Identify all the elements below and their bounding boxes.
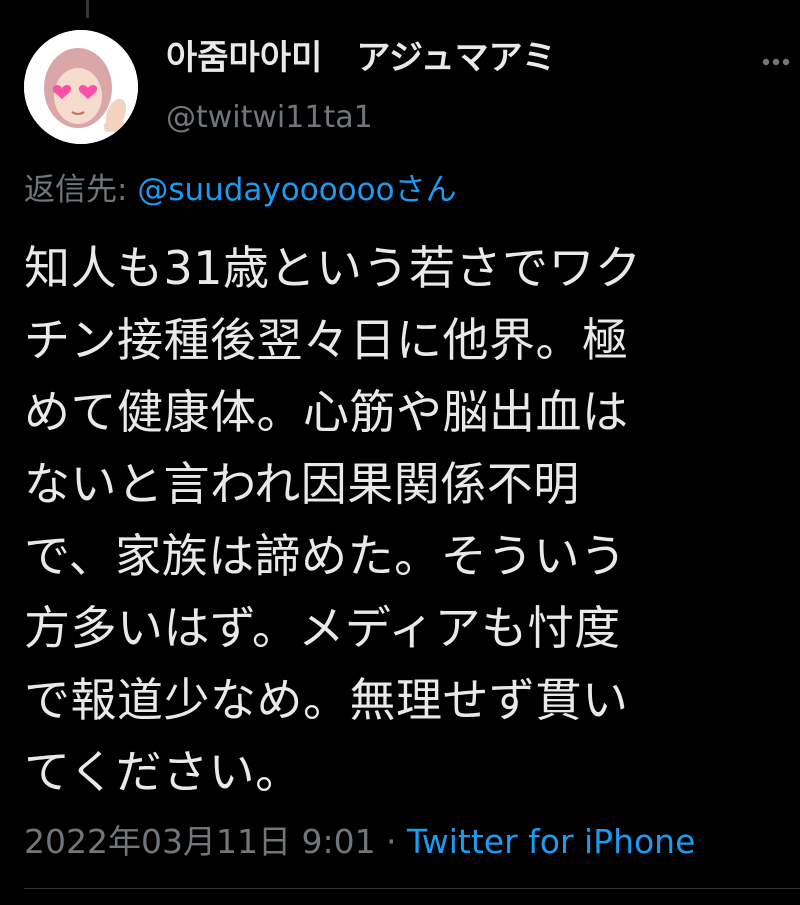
reply-suffix[interactable]: さん: [395, 172, 457, 208]
tweet-text-line: で報道少なめ。無理せず貫い: [24, 673, 629, 727]
tweet-text-line: で、家族は諦めた。そういう: [24, 529, 627, 583]
reply-prefix: 返信先:: [24, 172, 138, 208]
user-handle[interactable]: @twitwi11ta1: [166, 98, 373, 138]
tweet-body: 知人も31歳という若さでワク チン接種後翌々日に他界。極 めて健康体。心筋や脳出…: [24, 232, 764, 808]
meta-separator: ·: [375, 822, 408, 861]
thread-connector-line: [86, 0, 89, 18]
tweet-meta: 2022年03月11日 9:01 · Twitter for iPhone: [24, 818, 695, 866]
more-dots-icon[interactable]: [752, 46, 796, 78]
tweet-source-link[interactable]: Twitter for iPhone: [407, 822, 695, 861]
tweet-text-line: 知人も31歳という若さでワク: [24, 241, 642, 295]
tweet-timestamp[interactable]: 2022年03月11日 9:01: [24, 822, 376, 861]
divider: [24, 888, 800, 889]
display-name[interactable]: 아줌마아미 アジュマアミ: [166, 36, 556, 80]
reply-mention-link[interactable]: @suudayoooooo: [137, 172, 394, 208]
avatar-image: [24, 30, 138, 144]
tweet-text-line: てください。: [24, 745, 302, 799]
tweet-text-line: ないと言われ因果関係不明: [24, 457, 580, 511]
tweet-text-line: チン接種後翌々日に他界。極: [24, 313, 629, 367]
avatar[interactable]: [24, 30, 138, 144]
tweet-text-line: 方多いはず。メディアも忖度: [24, 601, 621, 655]
reply-context: 返信先: @suudayooooooさん: [24, 168, 457, 212]
tweet-text-line: めて健康体。心筋や脳出血は: [24, 385, 629, 439]
